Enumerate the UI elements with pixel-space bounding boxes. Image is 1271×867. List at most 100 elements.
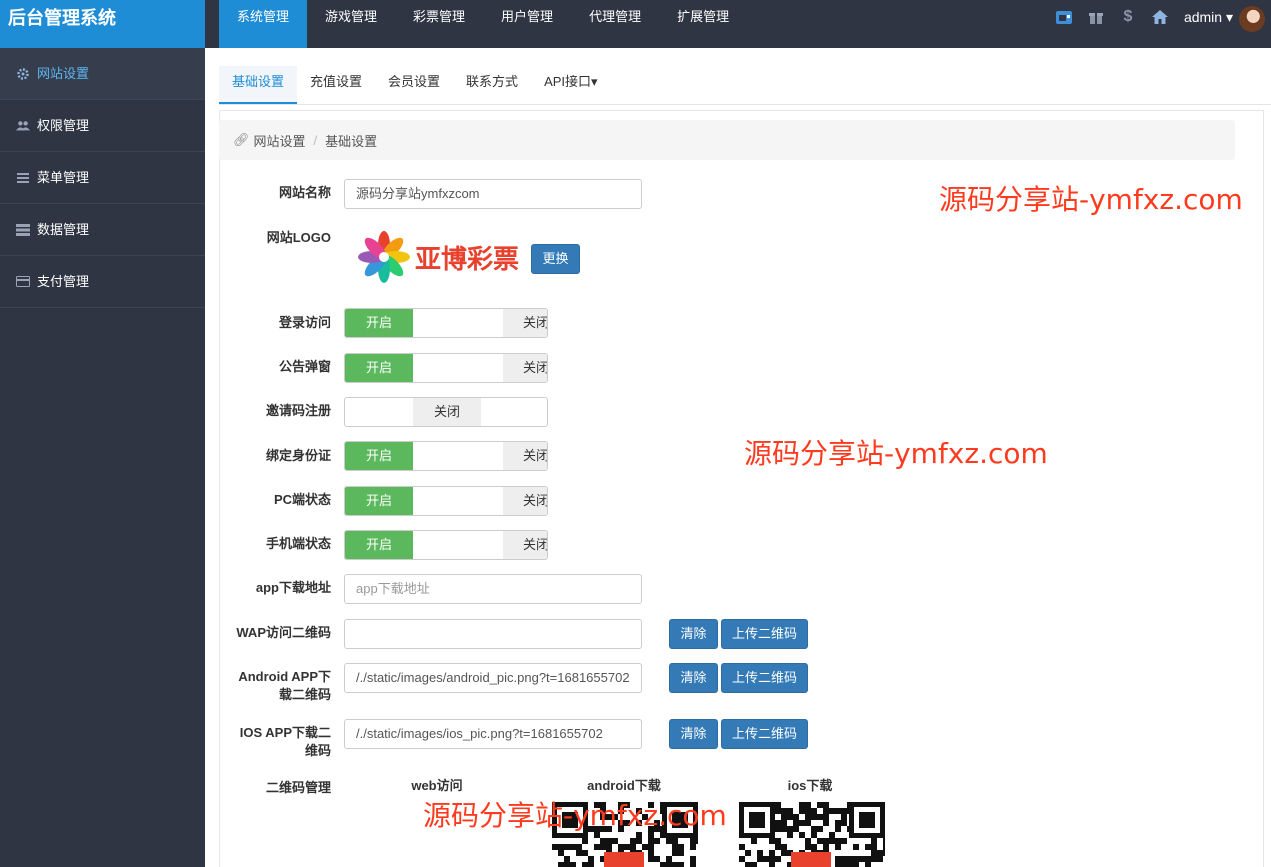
wap-qr-upload-button[interactable]: 上传二维码: [721, 619, 808, 649]
switch-on-label: 开启: [345, 354, 413, 382]
qr-web-title: web访问: [411, 778, 463, 793]
notice-popup-switch[interactable]: 开启 关闭: [344, 353, 548, 383]
qr-code-graphic: [739, 802, 885, 867]
ios-qr-label-line1: IOS APP下载二: [239, 725, 331, 740]
mobile-status-switch[interactable]: 开启 关闭: [344, 530, 548, 560]
home-icon[interactable]: [1149, 6, 1171, 28]
switch-off-label: 关闭: [503, 487, 547, 515]
sidebar-item-label: 菜单管理: [37, 169, 90, 185]
sidebar: 网站设置 权限管理 菜单管理 数据管理 支付管理: [0, 48, 205, 867]
android-qr-label-line2: 载二维码: [278, 687, 331, 702]
android-qr-input[interactable]: /./static/images/android_pic.png?t=16816…: [344, 663, 642, 693]
wap-qr-label: WAP访问二维码: [236, 625, 331, 640]
watermark-text: 源码分享站-ymfxz.com: [423, 799, 727, 832]
ios-qr-label-line2: 维码: [304, 743, 331, 758]
database-icon: [16, 223, 30, 237]
top-nav-system[interactable]: 系统管理: [219, 0, 308, 48]
wap-qr-clear-button[interactable]: 清除: [669, 619, 718, 649]
tab-api[interactable]: API接口▾: [531, 66, 610, 104]
sidebar-item-label: 网站设置: [37, 65, 90, 81]
admin-name: admin: [1183, 9, 1223, 25]
watermark-text: 源码分享站-ymfxz.com: [939, 183, 1243, 216]
breadcrumb-root[interactable]: 网站设置: [254, 131, 306, 150]
app-title: 后台管理系统: [0, 0, 205, 48]
ios-qr-input[interactable]: /./static/images/ios_pic.png?t=168165570…: [344, 719, 642, 749]
watermark-text: 源码分享站-ymfxz.com: [744, 437, 1048, 470]
site-name-input[interactable]: 源码分享站ymfxzcom: [344, 179, 642, 209]
sidebar-item-label: 数据管理: [37, 221, 90, 237]
switch-on-label: 开启: [345, 531, 413, 559]
site-name-label: 网站名称: [278, 185, 331, 200]
site-logo-label: 网站LOGO: [266, 230, 331, 245]
top-nav-agents[interactable]: 代理管理: [571, 0, 659, 48]
breadcrumb-current: 基础设置: [325, 133, 378, 149]
site-logo-image: 亚博彩票: [357, 228, 529, 286]
switch-off-label: 关闭: [503, 309, 547, 337]
sidebar-item-menus[interactable]: 菜单管理: [0, 152, 205, 204]
tabs-divider: [219, 104, 1271, 105]
main-content: 基础设置 充值设置 会员设置 联系方式 API接口▾ 🔗︎ 网站设置 / 基础设…: [205, 48, 1271, 867]
android-qr-clear-button[interactable]: 清除: [669, 663, 718, 693]
qr-manage-label: 二维码管理: [265, 780, 331, 795]
breadcrumb-separator: /: [313, 132, 318, 148]
top-nav-lottery[interactable]: 彩票管理: [395, 0, 483, 48]
ios-qr-upload-button[interactable]: 上传二维码: [721, 719, 808, 749]
sidebar-item-payments[interactable]: 支付管理: [0, 256, 205, 308]
logo-text: 亚博彩票: [415, 244, 520, 275]
tab-basic[interactable]: 基础设置: [219, 66, 298, 104]
android-qr-label-line1: Android APP下: [238, 669, 331, 684]
android-qr-upload-button[interactable]: 上传二维码: [721, 663, 808, 693]
card-icon: [16, 275, 30, 289]
qr-ios-title: ios下载: [787, 778, 833, 793]
switch-on-label: 开启: [345, 309, 413, 337]
link-icon: 🔗︎: [233, 132, 250, 147]
switch-off-label: 关闭: [503, 354, 547, 382]
sidebar-item-site-settings[interactable]: 网站设置: [0, 48, 205, 100]
calendar-icon[interactable]: [1053, 6, 1075, 28]
admin-menu[interactable]: admin ▾: [1184, 6, 1233, 28]
users-icon: [16, 119, 30, 133]
bind-id-label: 绑定身份证: [265, 448, 331, 463]
tab-member[interactable]: 会员设置: [375, 66, 453, 104]
bind-id-switch[interactable]: 开启 关闭: [344, 441, 548, 471]
gear-icon: [16, 67, 30, 81]
invite-code-switch[interactable]: 关闭: [344, 397, 548, 427]
switch-on-label: 开启: [345, 442, 413, 470]
logo-flower-icon: [358, 231, 410, 283]
mobile-status-label: 手机端状态: [265, 536, 331, 551]
android-qr-label: Android APP下 载二维码: [205, 668, 331, 704]
app-url-label: app下载地址: [255, 580, 331, 595]
list-icon: [16, 171, 30, 185]
dollar-icon[interactable]: $: [1117, 6, 1139, 28]
invite-code-label: 邀请码注册: [265, 403, 331, 418]
sidebar-item-label: 权限管理: [37, 117, 90, 133]
top-right-tools: $ admin ▾: [1048, 0, 1271, 48]
sidebar-item-data[interactable]: 数据管理: [0, 204, 205, 256]
ios-qr-clear-button[interactable]: 清除: [669, 719, 718, 749]
top-nav-extensions[interactable]: 扩展管理: [659, 0, 747, 48]
wap-qr-input[interactable]: [344, 619, 642, 649]
top-nav-users[interactable]: 用户管理: [483, 0, 571, 48]
tab-contact[interactable]: 联系方式: [453, 66, 531, 104]
sidebar-item-label: 支付管理: [37, 273, 90, 289]
gift-icon[interactable]: [1085, 6, 1107, 28]
sidebar-item-permissions[interactable]: 权限管理: [0, 100, 205, 152]
switch-off-label: 关闭: [503, 442, 547, 470]
login-access-switch[interactable]: 开启 关闭: [344, 308, 548, 338]
ios-qr-image: [739, 802, 885, 867]
avatar[interactable]: [1239, 6, 1265, 32]
top-nav-games[interactable]: 游戏管理: [307, 0, 395, 48]
settings-tabs: 基础设置 充值设置 会员设置 联系方式 API接口▾: [219, 66, 611, 104]
change-logo-button[interactable]: 更换: [531, 244, 580, 274]
pc-status-switch[interactable]: 开启 关闭: [344, 486, 548, 516]
breadcrumb: 🔗︎ 网站设置 / 基础设置: [219, 120, 1235, 160]
app-url-input[interactable]: app下载地址: [344, 574, 642, 604]
switch-on-label: 开启: [345, 487, 413, 515]
qr-android-title: android下载: [587, 778, 661, 793]
top-nav: 系统管理 游戏管理 彩票管理 用户管理 代理管理 扩展管理: [219, 0, 747, 48]
switch-off-label: 关闭: [503, 531, 547, 559]
login-access-label: 登录访问: [278, 315, 331, 330]
notice-popup-label: 公告弹窗: [278, 359, 331, 374]
top-bar: 后台管理系统 系统管理 游戏管理 彩票管理 用户管理 代理管理 扩展管理 $ a…: [0, 0, 1271, 48]
tab-recharge[interactable]: 充值设置: [297, 66, 375, 104]
